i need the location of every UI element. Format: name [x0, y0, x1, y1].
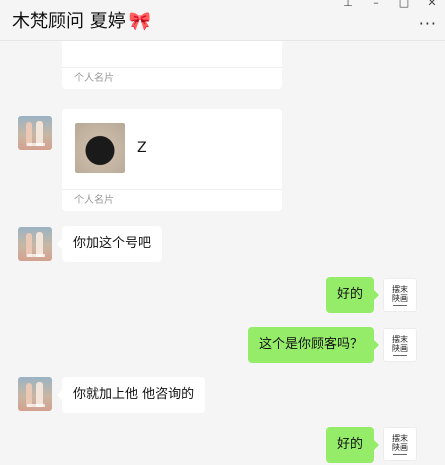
message-bubble-incoming[interactable]: 你就加上他 他咨询的 — [56, 377, 206, 413]
contact-card[interactable]: 个人名片 — [62, 41, 282, 89]
contact-avatar[interactable] — [18, 377, 52, 411]
message-bubble-outgoing[interactable]: 好的 — [325, 427, 380, 463]
my-avatar-text: 陕画 — [392, 344, 408, 353]
ribbon-emoji: 🎀 — [128, 11, 152, 32]
message-list[interactable]: 个人名片 Z 个人名片 你加这个号吧 好的 摆末 陕画 这个是你顾客吗？ 摆末 … — [0, 41, 445, 465]
minimize-icon[interactable]: – — [369, 0, 383, 10]
chat-title-text: 木梵顾问 夏婷 — [12, 11, 126, 32]
message-bubble-outgoing[interactable]: 这个是你顾客吗？ — [247, 327, 380, 363]
pin-icon[interactable]: ⊥ — [341, 0, 355, 10]
my-avatar[interactable]: 摆末 陕画 — [383, 427, 417, 461]
card-footer-label: 个人名片 — [62, 189, 282, 211]
close-icon[interactable]: ✕ — [425, 0, 439, 10]
window-controls: ⊥ – □ ✕ — [341, 0, 439, 10]
message-bubble-incoming[interactable]: 你加这个号吧 — [56, 226, 163, 262]
maximize-icon[interactable]: □ — [397, 0, 411, 10]
message-bubble-outgoing[interactable]: 好的 — [325, 277, 380, 313]
my-avatar-text: 陕画 — [392, 443, 408, 452]
my-avatar-text: 摆末 — [392, 434, 408, 443]
card-footer-label: 个人名片 — [62, 67, 282, 89]
card-contact-name: Z — [137, 140, 147, 156]
chat-header: 木梵顾问 夏婷 🎀 ⊥ – □ ✕ ··· — [0, 0, 445, 40]
my-avatar[interactable]: 摆末 陕画 — [383, 278, 417, 312]
contact-card[interactable]: Z 个人名片 — [62, 109, 282, 211]
card-photo — [75, 123, 125, 173]
my-avatar[interactable]: 摆末 陕画 — [383, 328, 417, 362]
my-avatar-text: 摆末 — [392, 285, 408, 294]
my-avatar-text: 摆末 — [392, 335, 408, 344]
chat-title: 木梵顾问 夏婷 🎀 — [12, 7, 151, 33]
contact-avatar[interactable] — [18, 116, 52, 150]
contact-avatar[interactable] — [18, 227, 52, 261]
my-avatar-text: 陕画 — [392, 294, 408, 303]
more-dots-icon[interactable]: ··· — [419, 16, 437, 32]
